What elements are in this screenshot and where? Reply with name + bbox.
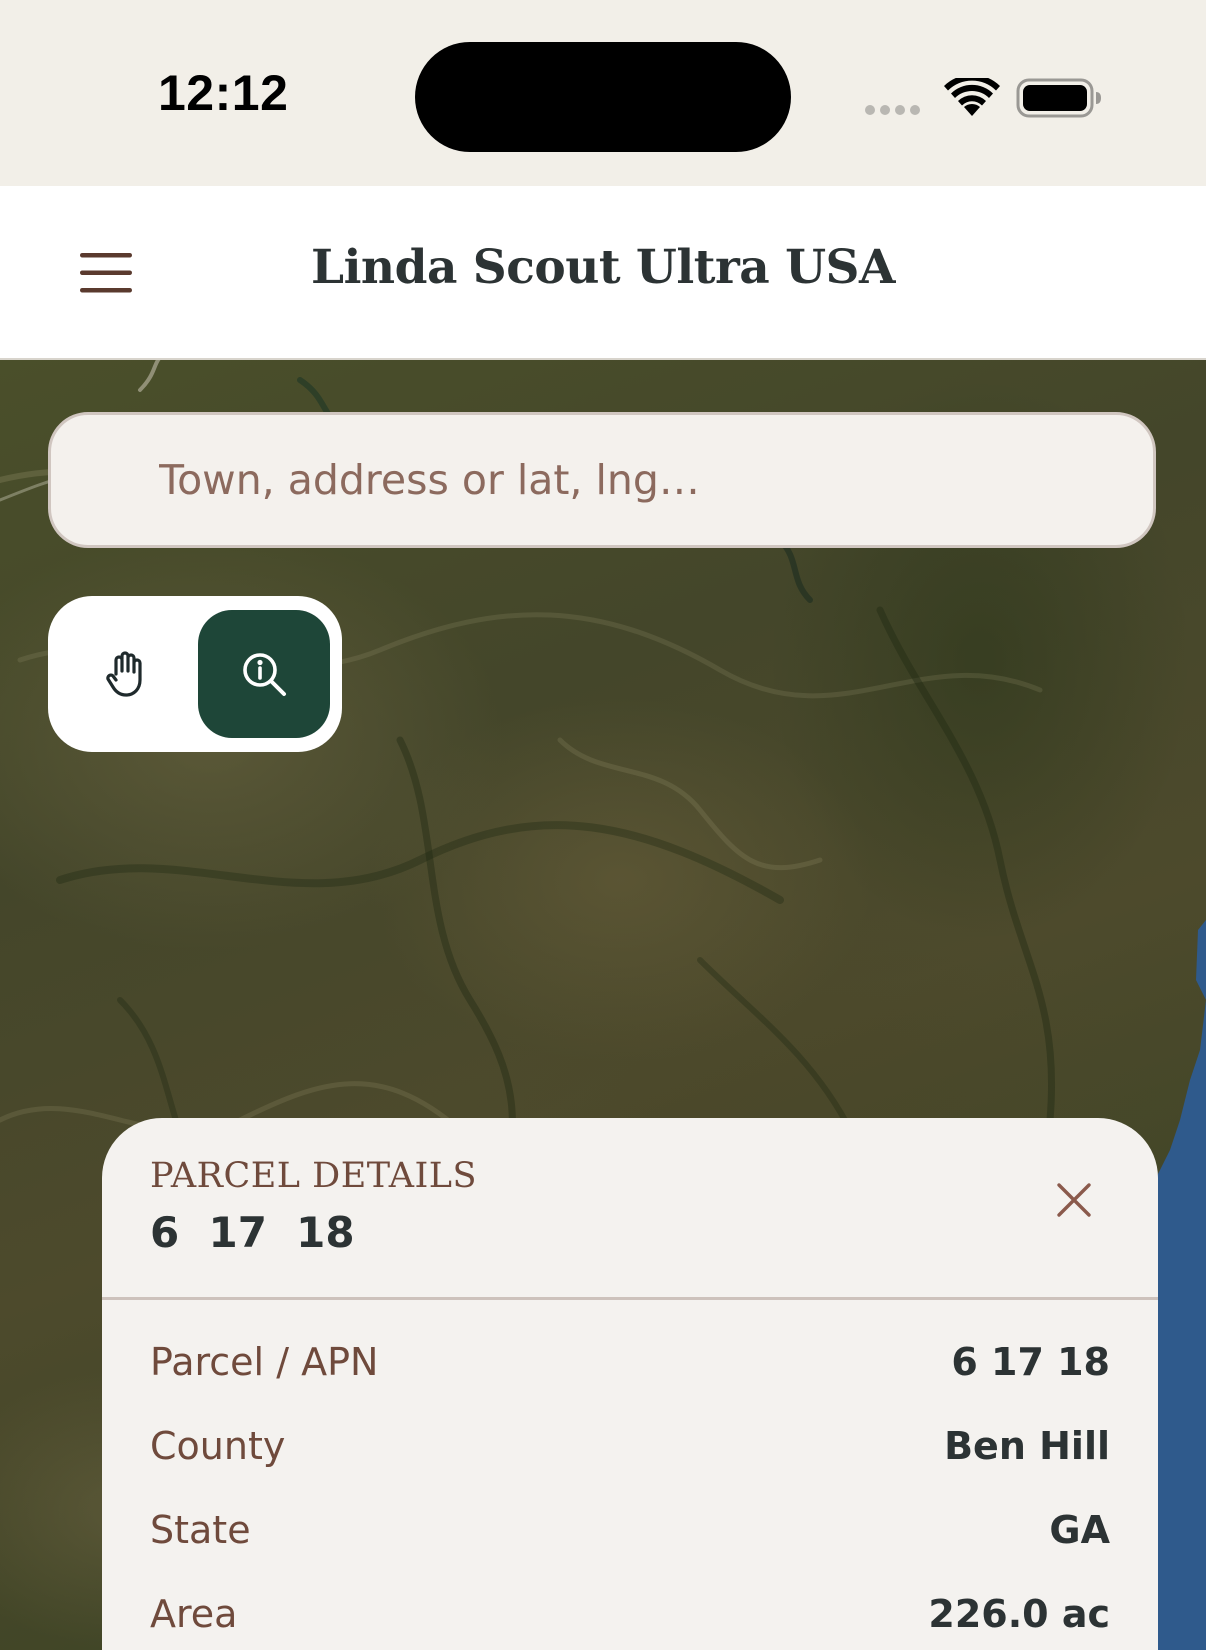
parcel-details-panel: PARCEL DETAILS 6 17 18 Parcel / APN 6 17… — [102, 1118, 1158, 1650]
search-input[interactable] — [159, 415, 1119, 545]
wifi-icon — [944, 78, 1000, 116]
detail-row-parcel-apn: Parcel / APN 6 17 18 — [150, 1340, 1110, 1404]
info-magnifier-icon — [243, 653, 286, 696]
detail-label: Area — [150, 1592, 238, 1636]
app-header: Linda Scout Ultra USA — [0, 186, 1206, 360]
panel-kicker: PARCEL DETAILS — [150, 1156, 478, 1196]
cellular-signal-icon — [865, 105, 920, 115]
battery-icon — [1016, 78, 1101, 118]
status-time: 12:12 — [158, 65, 289, 121]
search-box — [48, 412, 1156, 548]
pan-mode-button[interactable] — [62, 610, 190, 738]
detail-value: 226.0 ac — [928, 1592, 1110, 1636]
detail-row-state: State GA — [150, 1508, 1110, 1572]
detail-row-area: Area 226.0 ac — [150, 1592, 1110, 1650]
detail-row-county: County Ben Hill — [150, 1424, 1110, 1488]
close-button[interactable] — [1042, 1168, 1106, 1232]
status-bar: 12:12 — [0, 0, 1206, 186]
parcel-title: 6 17 18 — [150, 1208, 355, 1257]
detail-value: Ben Hill — [944, 1424, 1110, 1468]
detail-label: State — [150, 1508, 251, 1552]
app-title: Linda Scout Ultra USA — [311, 240, 895, 295]
detail-label: Parcel / APN — [150, 1340, 379, 1384]
detail-value: 6 17 18 — [951, 1340, 1110, 1384]
detail-label: County — [150, 1424, 286, 1468]
close-icon — [1057, 1183, 1091, 1217]
panel-header: PARCEL DETAILS 6 17 18 — [102, 1118, 1158, 1300]
detail-value: GA — [1049, 1508, 1110, 1552]
identify-mode-button[interactable] — [198, 610, 330, 738]
mode-toggle — [48, 596, 342, 752]
dynamic-island — [415, 42, 791, 152]
hand-icon — [106, 651, 142, 697]
